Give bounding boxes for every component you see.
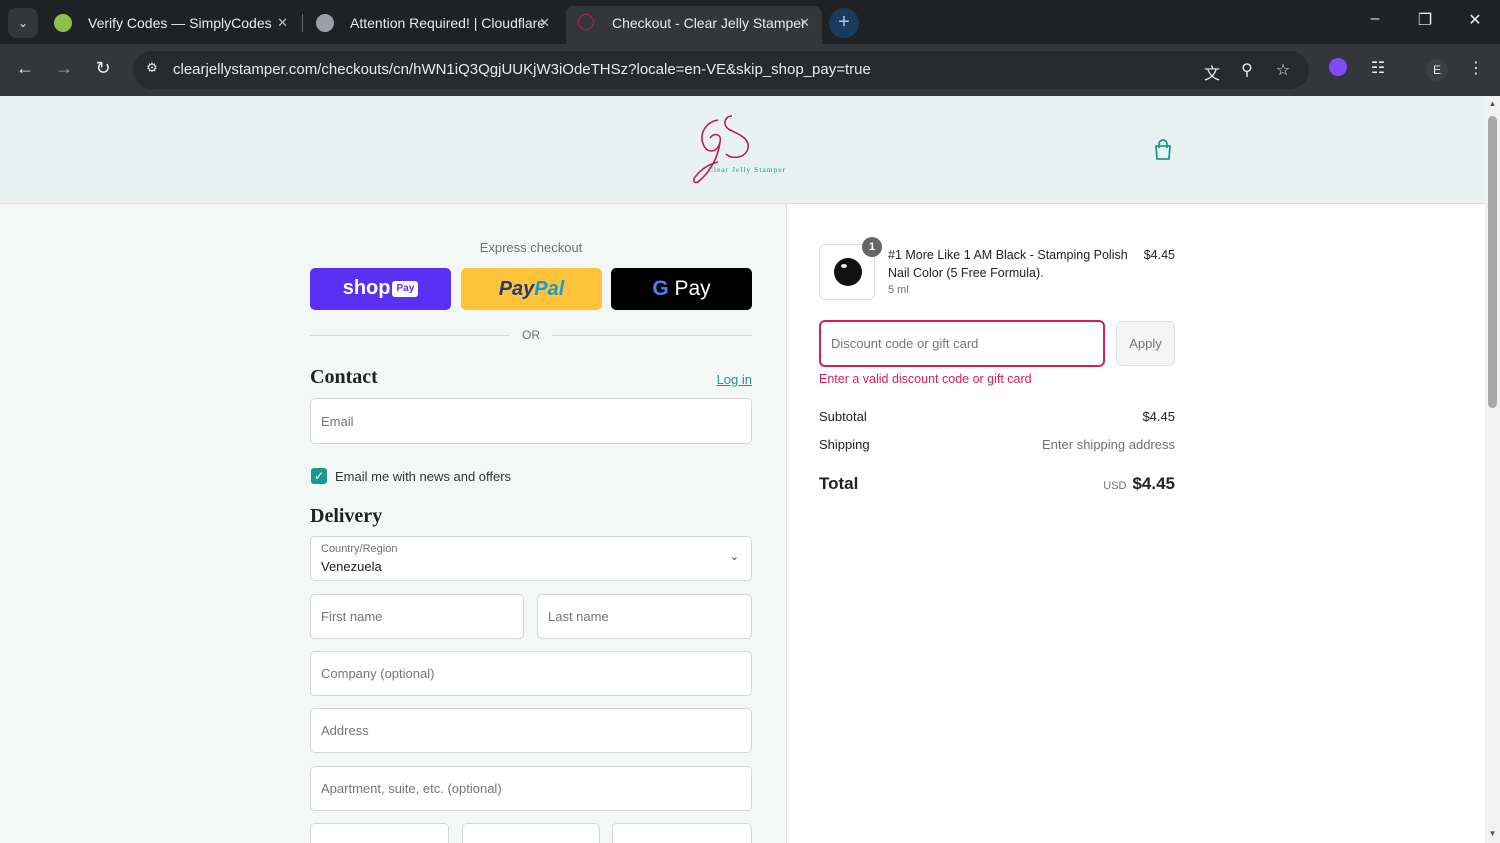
product-name: #1 More Like 1 AM Black - Stamping Polis…: [888, 248, 1128, 280]
restore-icon[interactable]: ❐: [1410, 10, 1440, 30]
address-bar[interactable]: ⚙ clearjellystamper.com/checkouts/cn/hWN…: [133, 51, 1309, 89]
contact-heading: Contact: [310, 366, 378, 388]
checkout-form-column: Express checkout shop Pay PayPal G Pay OR…: [0, 204, 787, 843]
back-icon[interactable]: ←: [13, 58, 37, 79]
divider-line: [552, 335, 752, 336]
first-name-field[interactable]: [310, 594, 524, 639]
google-g-icon: G: [652, 277, 669, 300]
product-price: $4.45: [1143, 248, 1175, 262]
email-field[interactable]: [310, 398, 752, 444]
scrollbar-thumb[interactable]: [1488, 116, 1497, 408]
checkout-page: Clear Jelly Stamper Express checkout sho…: [0, 96, 1485, 843]
browser-tab-bar: ⌄ Verify Codes — SimplyCodes ✕ Attention…: [0, 0, 1500, 44]
shop-pay-wordmark: shop: [342, 277, 391, 299]
zoom-icon[interactable]: ⚲: [1236, 60, 1258, 80]
country-region-select[interactable]: Country/Region Venezuela ⌄: [310, 536, 752, 581]
shipping-value: Enter shipping address: [1042, 437, 1175, 452]
scroll-up-arrow-icon[interactable]: ▲: [1488, 99, 1497, 108]
news-offers-label[interactable]: Email me with news and offers: [335, 469, 511, 484]
more-menu-icon[interactable]: ⋮: [1464, 58, 1488, 78]
currency-code: USD: [1103, 480, 1127, 492]
apply-discount-button[interactable]: Apply: [1116, 321, 1175, 366]
cart-bag-icon[interactable]: [1152, 138, 1174, 162]
tab-cloudflare[interactable]: Attention Required! | Cloudflare ✕: [304, 6, 562, 44]
logo-wordmark: Clear Jelly Stamper: [708, 165, 786, 174]
or-divider: OR: [310, 328, 752, 342]
total-value: $4.45: [1132, 474, 1175, 493]
state-field[interactable]: [462, 823, 600, 843]
site-settings-icon[interactable]: ⚙: [143, 60, 161, 78]
profile-avatar[interactable]: E: [1426, 59, 1448, 81]
bookmark-star-icon[interactable]: ☆: [1272, 60, 1294, 80]
express-checkout-label: Express checkout: [479, 240, 583, 255]
translate-icon[interactable]: 文: [1201, 60, 1223, 84]
reload-icon[interactable]: ↻: [91, 58, 115, 79]
shop-pay-badge: Pay: [392, 280, 419, 297]
paypal-button[interactable]: PayPal: [461, 268, 602, 310]
total-amount: USD $4.45: [1103, 474, 1175, 494]
country-region-label: Country/Region: [321, 543, 398, 555]
tab-search-chevron-icon[interactable]: ⌄: [8, 8, 38, 38]
google-pay-button[interactable]: G Pay: [611, 268, 752, 310]
log-in-link[interactable]: Log in: [700, 372, 752, 387]
url-text[interactable]: clearjellystamper.com/checkouts/cn/hWN1i…: [173, 61, 871, 78]
extensions-puzzle-icon[interactable]: ☷: [1366, 58, 1390, 78]
google-pay-label: Pay: [674, 277, 711, 300]
forward-icon[interactable]: →: [52, 58, 76, 79]
paypal-wordmark-pay: Pay: [498, 278, 535, 300]
email-input[interactable]: [311, 399, 751, 443]
discount-code-field[interactable]: [819, 320, 1105, 367]
discount-error-message: Enter a valid discount code or gift card: [819, 372, 1032, 386]
shipping-label: Shipping: [819, 437, 870, 452]
tab-title: Checkout - Clear Jelly Stamper: [612, 15, 806, 31]
last-name-field[interactable]: [537, 594, 752, 639]
globe-icon: [316, 14, 334, 32]
store-header: Clear Jelly Stamper: [0, 96, 1485, 204]
close-window-icon[interactable]: ✕: [1460, 10, 1490, 30]
close-tab-icon[interactable]: ✕: [799, 6, 810, 40]
address-input[interactable]: [311, 709, 751, 752]
apartment-input[interactable]: [311, 767, 751, 810]
company-input[interactable]: [311, 652, 751, 695]
postal-code-field[interactable]: [612, 823, 752, 843]
scroll-down-arrow-icon[interactable]: ▼: [1488, 829, 1497, 838]
minimize-icon[interactable]: –: [1360, 10, 1390, 28]
first-name-input[interactable]: [311, 595, 523, 638]
city-field[interactable]: [310, 823, 449, 843]
news-offers-checkbox[interactable]: ✓: [311, 468, 327, 484]
clear-jelly-stamper-logo[interactable]: Clear Jelly Stamper: [688, 112, 798, 186]
address-field[interactable]: [310, 708, 752, 753]
total-label: Total: [819, 474, 859, 493]
chevron-down-icon: ⌄: [729, 551, 739, 563]
close-tab-icon[interactable]: ✕: [539, 6, 550, 40]
browser-toolbar: ← → ↻ ⚙ clearjellystamper.com/checkouts/…: [0, 44, 1500, 96]
subtotal-value: $4.45: [1142, 409, 1175, 424]
page-scrollbar[interactable]: ▲ ▼: [1485, 96, 1500, 843]
order-summary: 1 #1 More Like 1 AM Black - Stamping Pol…: [787, 204, 1485, 843]
new-tab-button[interactable]: +: [829, 8, 859, 38]
extension-simplycodes-icon[interactable]: [1326, 58, 1350, 81]
tab-simplycodes[interactable]: Verify Codes — SimplyCodes ✕: [42, 6, 300, 44]
tab-title: Verify Codes — SimplyCodes: [88, 15, 272, 31]
apartment-field[interactable]: [310, 766, 752, 811]
tab-title: Attention Required! | Cloudflare: [350, 15, 546, 31]
paypal-wordmark-pal: Pal: [534, 278, 565, 300]
tab-divider: [302, 14, 303, 32]
nail-polish-image: [834, 258, 862, 286]
shop-pay-button[interactable]: shop Pay: [310, 268, 451, 310]
clear-jelly-stamper-icon: [578, 14, 594, 30]
close-tab-icon[interactable]: ✕: [277, 6, 288, 40]
company-field[interactable]: [310, 651, 752, 696]
delivery-heading: Delivery: [310, 505, 383, 527]
discount-code-input[interactable]: [821, 322, 1103, 365]
simplycodes-check-icon: [54, 14, 72, 32]
tab-checkout[interactable]: Checkout - Clear Jelly Stamper ✕: [566, 6, 822, 44]
last-name-input[interactable]: [538, 595, 751, 638]
product-variant: 5 ml: [888, 284, 909, 296]
subtotal-label: Subtotal: [819, 409, 867, 424]
quantity-badge: 1: [862, 237, 882, 257]
country-region-value: Venezuela: [321, 559, 382, 574]
